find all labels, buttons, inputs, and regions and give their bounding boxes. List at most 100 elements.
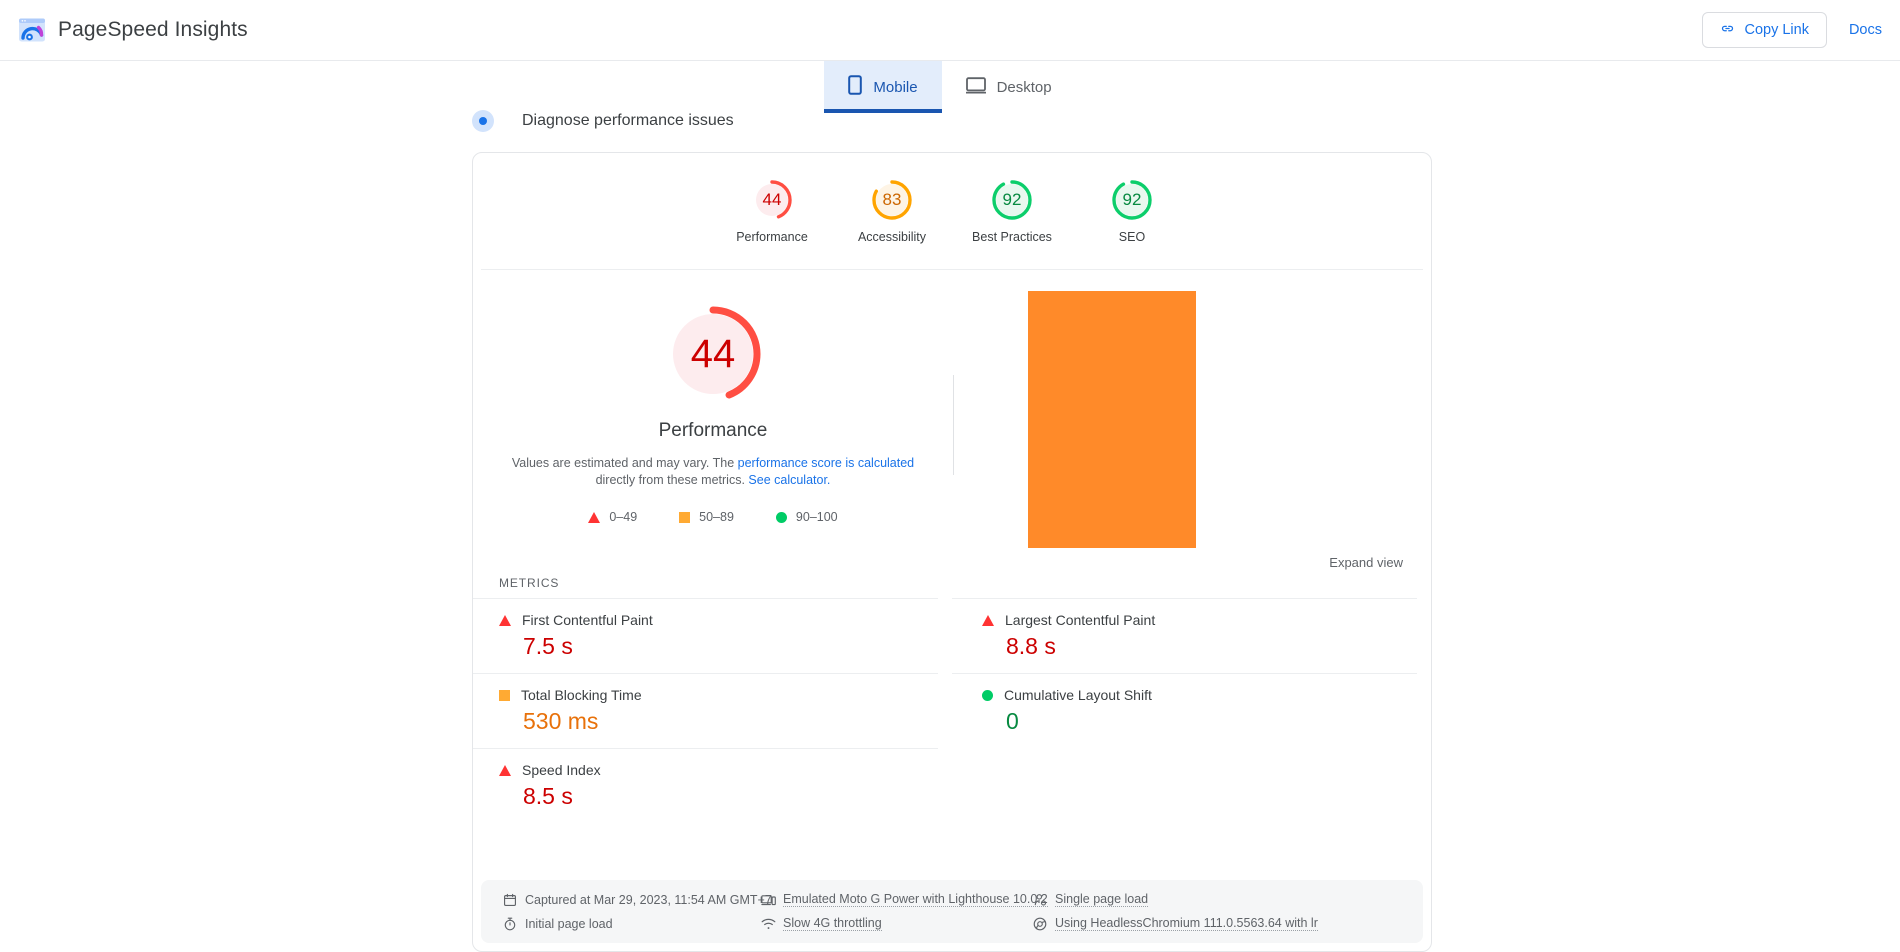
meta-captured-at: Captured at Mar 29, 2023, 11:54 AM GMT+7 xyxy=(503,892,751,907)
header-actions: Copy Link Docs xyxy=(1702,12,1882,48)
desktop-monitor-icon xyxy=(966,77,986,98)
triangle-icon xyxy=(499,615,511,626)
meta-text: Using HeadlessChromium 111.0.5563.64 wit… xyxy=(1055,916,1318,931)
copy-link-label: Copy Link xyxy=(1744,22,1808,38)
tab-desktop-label: Desktop xyxy=(997,79,1052,96)
calendar-icon xyxy=(503,893,517,907)
performance-disclaimer: Values are estimated and may vary. The p… xyxy=(503,455,923,488)
score-legend: 0–49 50–89 90–100 xyxy=(588,510,837,524)
meta-text: Captured at Mar 29, 2023, 11:54 AM GMT+7 xyxy=(525,893,772,907)
category-score-label-seo: SEO xyxy=(1119,230,1145,244)
tab-mobile[interactable]: Mobile xyxy=(824,61,941,113)
meta-emulated-device[interactable]: Emulated Moto G Power with Lighthouse 10… xyxy=(761,892,1023,907)
category-score-label-performance: Performance xyxy=(736,230,808,244)
category-score-value-best-practices: 92 xyxy=(990,178,1034,222)
page-screenshot-thumbnail[interactable] xyxy=(1028,291,1196,548)
metric-value: 530 ms xyxy=(523,708,938,735)
performance-score-panel: 44 Performance Values are estimated and … xyxy=(473,280,953,570)
chrome-icon xyxy=(1033,917,1047,931)
legend-range-average: 50–89 xyxy=(699,510,734,524)
performance-score-value: 44 xyxy=(661,302,765,406)
wifi-icon xyxy=(761,917,775,931)
report-card: 44 Performance 83 Accessibility 92 xyxy=(472,152,1432,952)
score-and-screenshot: 44 Performance Values are estimated and … xyxy=(473,270,1431,570)
metric-total-blocking-time: Total Blocking Time 530 ms xyxy=(473,673,938,748)
mobile-phone-icon xyxy=(848,75,862,99)
gauge-ring-seo: 92 xyxy=(1110,178,1154,222)
performance-score-label: Performance xyxy=(659,420,768,442)
triangle-icon xyxy=(982,615,994,626)
metric-speed-index: Speed Index 8.5 s xyxy=(473,748,938,823)
legend-range-good: 90–100 xyxy=(796,510,838,524)
meta-text: Slow 4G throttling xyxy=(783,916,882,931)
meta-text: Initial page load xyxy=(525,917,613,931)
metric-value: 8.5 s xyxy=(523,783,938,810)
brand: PageSpeed Insights xyxy=(18,16,248,44)
link-icon xyxy=(1720,21,1735,40)
metric-label: First Contentful Paint xyxy=(522,612,653,628)
metric-label: Speed Index xyxy=(522,762,601,778)
meta-throttling[interactable]: Slow 4G throttling xyxy=(761,916,1023,931)
metrics-grid: First Contentful Paint 7.5 s Largest Con… xyxy=(473,598,1431,823)
meta-text: Emulated Moto G Power with Lighthouse 10… xyxy=(783,892,1048,907)
circle-icon xyxy=(982,690,993,701)
category-score-label-accessibility: Accessibility xyxy=(858,230,926,244)
metric-label: Total Blocking Time xyxy=(521,687,642,703)
stopwatch-icon xyxy=(503,917,517,931)
circle-icon xyxy=(776,512,787,523)
category-score-label-best-practices: Best Practices xyxy=(972,230,1052,244)
performance-gauge: 44 xyxy=(661,302,765,406)
disclaimer-middle: directly from these metrics. xyxy=(596,473,749,487)
screenshot-panel: Expand view xyxy=(954,280,1431,570)
metrics-section-title: METRICS xyxy=(499,576,1431,590)
meta-browser-version[interactable]: Using HeadlessChromium 111.0.5563.64 wit… xyxy=(1033,916,1401,931)
performance-score-calculated-link[interactable]: performance score is calculated xyxy=(738,456,914,470)
gauge-ring-performance: 44 xyxy=(750,178,794,222)
target-dot-icon xyxy=(472,110,494,132)
legend-item-poor: 0–49 xyxy=(588,510,637,524)
pagespeed-logo-icon xyxy=(18,16,46,44)
tab-mobile-label: Mobile xyxy=(873,79,917,96)
category-scores: 44 Performance 83 Accessibility 92 xyxy=(481,153,1423,270)
category-score-accessibility[interactable]: 83 Accessibility xyxy=(832,178,952,244)
category-score-performance[interactable]: 44 Performance xyxy=(712,178,832,244)
expand-view-button[interactable]: Expand view xyxy=(1329,555,1403,570)
category-score-value-performance: 44 xyxy=(750,178,794,222)
category-score-best-practices[interactable]: 92 Best Practices xyxy=(952,178,1072,244)
square-icon xyxy=(679,512,690,523)
environment-meta: Captured at Mar 29, 2023, 11:54 AM GMT+7… xyxy=(481,880,1423,943)
metric-label: Cumulative Layout Shift xyxy=(1004,687,1152,703)
tab-desktop[interactable]: Desktop xyxy=(942,61,1076,113)
meta-initial-page-load: Initial page load xyxy=(503,916,751,931)
diagnose-row: Diagnose performance issues xyxy=(472,110,734,132)
see-calculator-link[interactable]: See calculator. xyxy=(748,473,830,487)
single-load-icon xyxy=(1033,893,1047,907)
metric-value: 7.5 s xyxy=(523,633,938,660)
legend-item-good: 90–100 xyxy=(776,510,838,524)
app-title: PageSpeed Insights xyxy=(58,18,248,42)
diagnose-label: Diagnose performance issues xyxy=(522,112,734,130)
metric-largest-contentful-paint: Largest Contentful Paint 8.8 s xyxy=(952,598,1417,673)
metric-label: Largest Contentful Paint xyxy=(1005,612,1155,628)
metric-value: 0 xyxy=(1006,708,1417,735)
category-score-value-accessibility: 83 xyxy=(870,178,914,222)
docs-link[interactable]: Docs xyxy=(1849,22,1882,38)
square-icon xyxy=(499,690,510,701)
app-header: PageSpeed Insights Copy Link Docs xyxy=(0,0,1900,61)
gauge-ring-best-practices: 92 xyxy=(990,178,1034,222)
meta-text: Single page load xyxy=(1055,892,1148,907)
meta-single-page-load[interactable]: Single page load xyxy=(1033,892,1401,907)
category-score-seo[interactable]: 92 SEO xyxy=(1072,178,1192,244)
metric-value: 8.8 s xyxy=(1006,633,1417,660)
disclaimer-prefix: Values are estimated and may vary. The xyxy=(512,456,738,470)
metric-first-contentful-paint: First Contentful Paint 7.5 s xyxy=(473,598,938,673)
legend-item-average: 50–89 xyxy=(679,510,734,524)
category-score-value-seo: 92 xyxy=(1110,178,1154,222)
metric-cumulative-layout-shift: Cumulative Layout Shift 0 xyxy=(952,673,1417,748)
triangle-icon xyxy=(588,512,600,523)
legend-range-poor: 0–49 xyxy=(609,510,637,524)
device-icon xyxy=(761,893,775,907)
device-tabs: Mobile Desktop xyxy=(0,61,1900,113)
copy-link-button[interactable]: Copy Link xyxy=(1702,12,1826,48)
gauge-ring-accessibility: 83 xyxy=(870,178,914,222)
